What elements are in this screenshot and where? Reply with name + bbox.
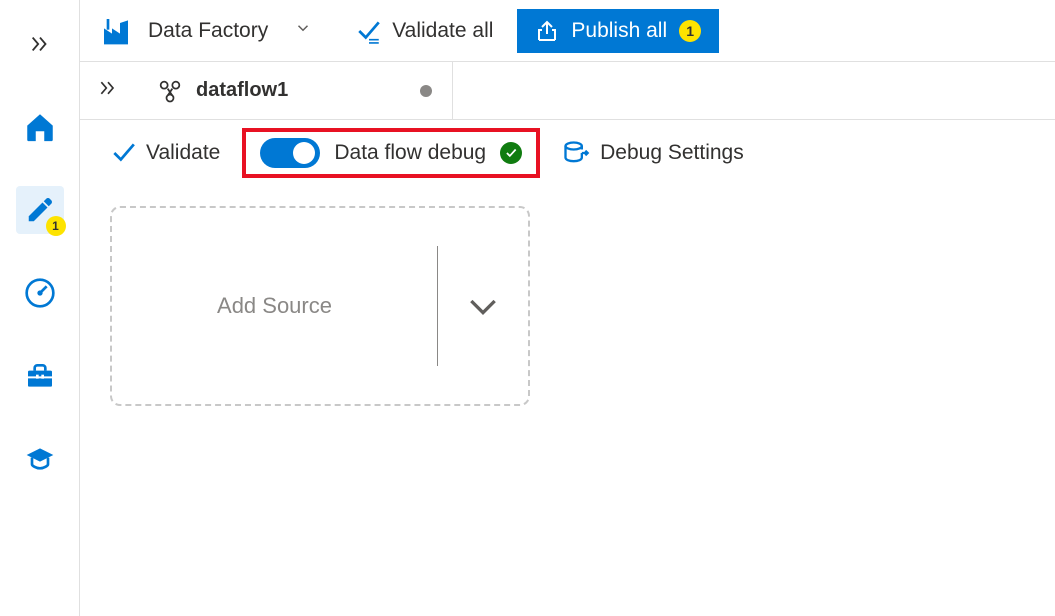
toolbox-icon xyxy=(24,360,56,392)
workspace-selector[interactable]: Data Factory xyxy=(100,15,312,47)
add-source-label: Add Source xyxy=(112,293,437,319)
dataflow-canvas: Add Source xyxy=(80,186,1055,426)
checkmark-icon xyxy=(110,140,136,166)
factory-icon xyxy=(100,15,132,47)
panel-collapse-toggle[interactable] xyxy=(80,78,136,103)
validate-label: Validate xyxy=(146,141,220,165)
gauge-icon xyxy=(24,277,56,309)
validate-all-button[interactable]: Validate all xyxy=(356,18,493,44)
rail-home-button[interactable] xyxy=(16,103,64,151)
chevron-double-right-icon xyxy=(29,33,51,55)
rail-monitor-button[interactable] xyxy=(16,269,64,317)
rail-author-button[interactable]: 1 xyxy=(16,186,64,234)
graduation-cap-icon xyxy=(24,443,56,475)
author-badge: 1 xyxy=(46,216,66,236)
chevron-double-right-icon xyxy=(98,78,118,98)
left-nav-rail: 1 xyxy=(0,0,80,616)
workspace-name: Data Factory xyxy=(148,19,268,43)
rail-expand-button[interactable] xyxy=(16,20,64,68)
validate-button[interactable]: Validate xyxy=(110,140,220,166)
dirty-indicator-icon xyxy=(420,85,432,97)
workspace-dropdown-chevron[interactable] xyxy=(294,19,312,43)
tabs-row: dataflow1 xyxy=(80,62,1055,120)
chevron-down-icon xyxy=(294,19,312,37)
add-source-dropdown[interactable] xyxy=(438,286,528,326)
validate-all-label: Validate all xyxy=(392,19,493,43)
toggle-knob xyxy=(293,142,315,164)
rail-learn-button[interactable] xyxy=(16,435,64,483)
add-source-box[interactable]: Add Source xyxy=(110,206,530,406)
debug-toggle-highlight: Data flow debug xyxy=(242,128,540,178)
chevron-down-icon xyxy=(463,286,503,326)
tab-label: dataflow1 xyxy=(196,79,288,102)
debug-toggle[interactable] xyxy=(260,138,320,168)
upload-icon xyxy=(535,19,559,43)
top-toolbar: Data Factory Validate all Publish all 1 xyxy=(80,0,1055,62)
dataflow-toolbar: Validate Data flow debug Debug Settings xyxy=(80,120,1055,186)
debug-settings-button[interactable]: Debug Settings xyxy=(562,139,744,167)
main-area: Data Factory Validate all Publish all 1 xyxy=(80,0,1055,616)
debug-status-badge xyxy=(500,142,522,164)
checkmark-icon xyxy=(504,146,518,160)
debug-label: Data flow debug xyxy=(334,141,486,165)
dataflow-icon xyxy=(156,77,184,105)
app-root: 1 Data Factory Validate all xyxy=(0,0,1055,616)
tab-dataflow1[interactable]: dataflow1 xyxy=(136,62,453,119)
publish-all-label: Publish all xyxy=(571,19,667,43)
rail-manage-button[interactable] xyxy=(16,352,64,400)
checkmark-list-icon xyxy=(356,18,382,44)
home-icon xyxy=(23,110,57,144)
database-arrow-icon xyxy=(562,139,590,167)
publish-count-badge: 1 xyxy=(679,20,701,42)
publish-all-button[interactable]: Publish all 1 xyxy=(517,9,719,53)
debug-settings-label: Debug Settings xyxy=(600,141,744,165)
